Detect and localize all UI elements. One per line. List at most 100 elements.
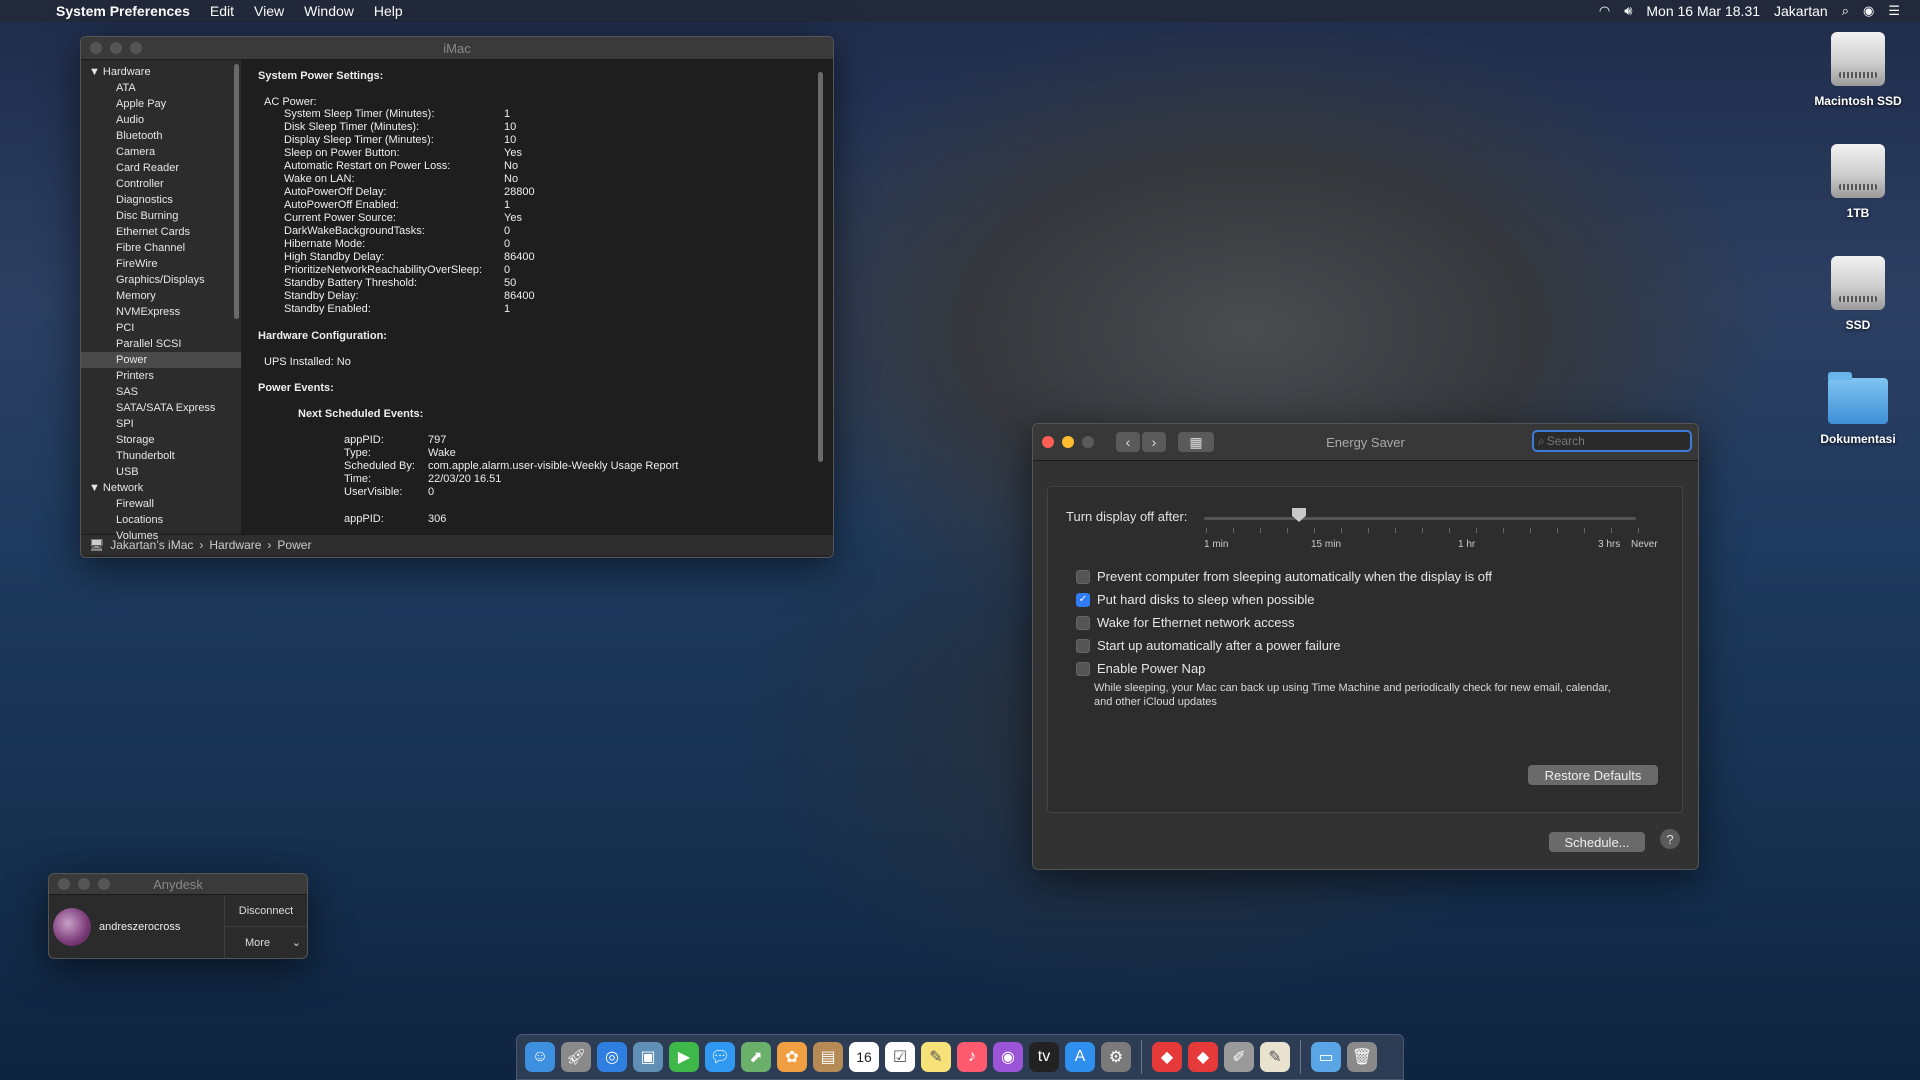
minimize-button[interactable]	[78, 878, 90, 890]
desktop-icon-dokumentasi[interactable]: Dokumentasi	[1798, 372, 1918, 446]
zoom-button[interactable]	[1082, 436, 1094, 448]
hard-disk-sleep-checkbox[interactable]: ✓ Put hard disks to sleep when possible	[1076, 592, 1315, 607]
sidebar-item-spi[interactable]: SPI	[81, 416, 241, 432]
sidebar-group-hardware[interactable]: ▼ Hardware	[81, 64, 241, 80]
path-item-power[interactable]: Power	[277, 538, 311, 552]
checkbox[interactable]	[1076, 615, 1090, 630]
sidebar-item-graphics-displays[interactable]: Graphics/Displays	[81, 272, 241, 288]
checkbox[interactable]	[1076, 661, 1090, 676]
sidebar-item-bluetooth[interactable]: Bluetooth	[81, 128, 241, 144]
anydesk-icon[interactable]: ◆	[1152, 1042, 1182, 1072]
music-icon[interactable]: ♪	[957, 1042, 987, 1072]
sidebar-item-nvmexpress[interactable]: NVMExpress	[81, 304, 241, 320]
checkbox[interactable]	[1076, 638, 1090, 653]
sidebar-item-controller[interactable]: Controller	[81, 176, 241, 192]
finder-icon[interactable]: ☺	[525, 1042, 555, 1072]
checkbox[interactable]	[1076, 569, 1090, 584]
display-sleep-slider[interactable]	[1204, 517, 1636, 520]
sidebar-item-apple-pay[interactable]: Apple Pay	[81, 96, 241, 112]
wifi-icon[interactable]: ◠	[1599, 3, 1610, 19]
close-button[interactable]	[1042, 436, 1054, 448]
sidebar-item-printers[interactable]: Printers	[81, 368, 241, 384]
sidebar-item-volumes[interactable]: Volumes	[81, 528, 241, 544]
menu-help[interactable]: Help	[364, 3, 413, 19]
app-store-icon[interactable]: A	[1065, 1042, 1095, 1072]
back-button[interactable]: ‹	[1116, 432, 1140, 452]
close-button[interactable]	[90, 42, 102, 54]
notes-icon[interactable]: ✎	[921, 1042, 951, 1072]
sidebar-item-locations[interactable]: Locations	[81, 512, 241, 528]
podcasts-icon[interactable]: ◉	[993, 1042, 1023, 1072]
search-field[interactable]: ⌕ Search	[1532, 430, 1692, 452]
desktop-icon-1tb[interactable]: 1TB	[1798, 144, 1918, 220]
sidebar-item-card-reader[interactable]: Card Reader	[81, 160, 241, 176]
desktop-icon-macintosh-ssd[interactable]: Macintosh SSD	[1798, 32, 1918, 108]
sidebar-item-firewire[interactable]: FireWire	[81, 256, 241, 272]
sidebar-item-pci[interactable]: PCI	[81, 320, 241, 336]
prevent-sleep-checkbox[interactable]: Prevent computer from sleeping automatic…	[1076, 569, 1492, 584]
preview-icon[interactable]: ▣	[633, 1042, 663, 1072]
sidebar-item-diagnostics[interactable]: Diagnostics	[81, 192, 241, 208]
desktop-icon-ssd[interactable]: SSD	[1798, 256, 1918, 332]
menu-view[interactable]: View	[244, 3, 294, 19]
sidebar-item-disc-burning[interactable]: Disc Burning	[81, 208, 241, 224]
help-button[interactable]: ?	[1660, 829, 1680, 849]
sidebar-item-parallel-scsi[interactable]: Parallel SCSI	[81, 336, 241, 352]
facetime-icon[interactable]: ▶	[669, 1042, 699, 1072]
disclosure-triangle-icon[interactable]: ▼	[89, 66, 100, 78]
sidebar-item-audio[interactable]: Audio	[81, 112, 241, 128]
notification-center-icon[interactable]: ☰	[1888, 3, 1900, 19]
schedule-button[interactable]: Schedule...	[1549, 832, 1645, 852]
downloads-folder-icon[interactable]: ▭	[1311, 1042, 1341, 1072]
calendar-icon[interactable]: 16	[849, 1042, 879, 1072]
sidebar-item-sas[interactable]: SAS	[81, 384, 241, 400]
trash-icon[interactable]: 🗑︎	[1347, 1042, 1377, 1072]
siri-icon[interactable]: ◉	[1863, 3, 1874, 19]
textedit-icon[interactable]: ✎	[1260, 1042, 1290, 1072]
sidebar-item-thunderbolt[interactable]: Thunderbolt	[81, 448, 241, 464]
safari-icon[interactable]: ◎	[597, 1042, 627, 1072]
sidebar-group-network[interactable]: ▼ Network	[81, 480, 241, 496]
zoom-button[interactable]	[130, 42, 142, 54]
show-all-button[interactable]: ▦	[1178, 432, 1214, 452]
titlebar[interactable]: Anydesk	[49, 874, 307, 895]
spotlight-icon[interactable]: ⌕	[1842, 3, 1849, 19]
volume-icon[interactable]: 🔊︎	[1624, 3, 1632, 19]
contacts-icon[interactable]: ▤	[813, 1042, 843, 1072]
sidebar-item-sata-sata-express[interactable]: SATA/SATA Express	[81, 400, 241, 416]
close-button[interactable]	[58, 878, 70, 890]
more-button[interactable]: More ⌄	[225, 926, 307, 958]
sidebar-item-storage[interactable]: Storage	[81, 432, 241, 448]
restore-defaults-button[interactable]: Restore Defaults	[1528, 765, 1658, 785]
sidebar-item-ethernet-cards[interactable]: Ethernet Cards	[81, 224, 241, 240]
reminders-icon[interactable]: ☑	[885, 1042, 915, 1072]
sidebar-item-camera[interactable]: Camera	[81, 144, 241, 160]
sidebar-item-fibre-channel[interactable]: Fibre Channel	[81, 240, 241, 256]
sidebar-item-firewall[interactable]: Firewall	[81, 496, 241, 512]
minimize-button[interactable]	[110, 42, 122, 54]
checkmark-icon[interactable]: ✓	[1076, 592, 1090, 607]
wake-ethernet-checkbox[interactable]: Wake for Ethernet network access	[1076, 615, 1295, 630]
minimize-button[interactable]	[1062, 436, 1074, 448]
power-nap-checkbox[interactable]: Enable Power Nap	[1076, 661, 1205, 676]
titlebar[interactable]: iMac	[81, 37, 833, 60]
system-preferences-icon[interactable]: ⚙	[1101, 1042, 1131, 1072]
photos-icon[interactable]: ✿	[777, 1042, 807, 1072]
tv-icon[interactable]: tv	[1029, 1042, 1059, 1072]
sidebar-item-ata[interactable]: ATA	[81, 80, 241, 96]
sidebar-item-power[interactable]: Power	[81, 352, 241, 368]
maps-icon[interactable]: ⬈	[741, 1042, 771, 1072]
user-menu[interactable]: Jakartan	[1774, 3, 1828, 19]
disconnect-button[interactable]: Disconnect	[225, 895, 307, 926]
app-menu[interactable]: System Preferences	[44, 3, 200, 19]
forward-button[interactable]: ›	[1142, 432, 1166, 452]
messages-icon[interactable]: 💬︎	[705, 1042, 735, 1072]
script-editor-icon[interactable]: ✐	[1224, 1042, 1254, 1072]
sidebar-item-usb[interactable]: USB	[81, 464, 241, 480]
menu-window[interactable]: Window	[294, 3, 364, 19]
zoom-button[interactable]	[98, 878, 110, 890]
detail-scrollbar[interactable]	[818, 72, 823, 462]
clock[interactable]: Mon 16 Mar 18.31	[1646, 3, 1760, 19]
startup-after-power-failure-checkbox[interactable]: Start up automatically after a power fai…	[1076, 638, 1341, 653]
disclosure-triangle-icon[interactable]: ▼	[89, 482, 100, 494]
